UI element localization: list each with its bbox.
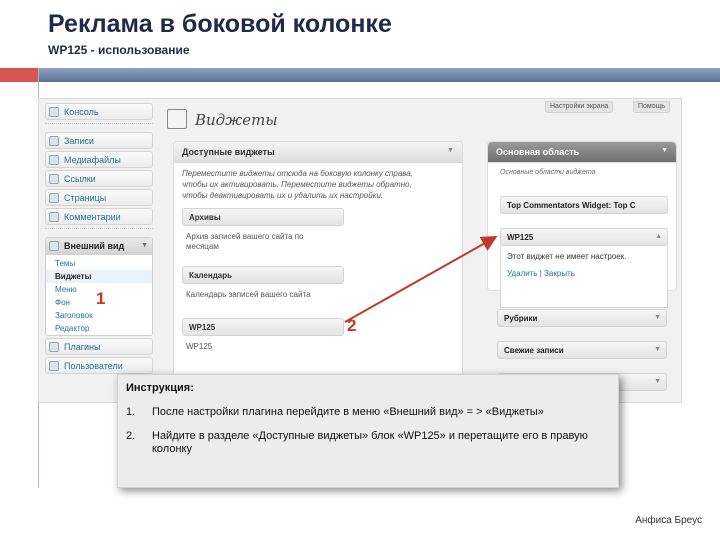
wordpress-widgets-screenshot: Консоль Записи Медиафайлы Ссылки Страниц… <box>38 98 682 403</box>
admin-sidebar: Консоль Записи Медиафайлы Ссылки Страниц… <box>45 103 153 376</box>
no-settings-text: Этот виджет не имеет настроек. <box>507 252 627 261</box>
chevron-down-icon[interactable]: ▼ <box>447 147 454 154</box>
submenu-editor[interactable]: Редактор <box>46 322 152 335</box>
widget-archives[interactable]: Архивы <box>182 208 344 226</box>
sidebar-group-appearance: Внешний вид ▼ Темы Виджеты Меню Фон Загол… <box>45 237 153 336</box>
instruction-box: Инструкция: 1. После настройки плагина п… <box>117 374 619 488</box>
link-separator: | <box>539 269 542 278</box>
help-button[interactable]: Помощь <box>633 101 671 113</box>
sidebar-separator <box>45 123 153 127</box>
sidebar-item-posts[interactable]: Записи <box>45 132 153 149</box>
widget-calendar[interactable]: Календарь <box>182 266 344 284</box>
page-title: Виджеты <box>195 111 278 129</box>
title-divider-bar <box>38 68 720 82</box>
main-sidebar-panel: Основная область ▼ Основные области видже… <box>487 141 677 308</box>
sidebar-item-label: Комментарии <box>64 212 121 222</box>
marker-two: 2 <box>347 316 357 335</box>
sidebar-item-label: Записи <box>64 136 94 146</box>
sidebar-item-media[interactable]: Медиафайлы <box>45 151 153 168</box>
widget-title: Свежие записи <box>504 346 564 355</box>
sidebar-item-pages[interactable]: Страницы <box>45 189 153 206</box>
widget-recent-posts[interactable]: Свежие записи ▼ <box>497 341 667 359</box>
widgets-page-icon <box>167 109 187 129</box>
available-widgets-description: Переместите виджеты отсюда на боковую ко… <box>182 169 413 200</box>
posts-icon <box>49 136 59 146</box>
step-text: После настройки плагина перейдите в меню… <box>152 406 544 418</box>
available-widgets-header[interactable]: Доступные виджеты ▼ <box>174 142 462 163</box>
widget-categories[interactable]: Рубрики ▼ <box>497 309 667 327</box>
chevron-down-icon[interactable]: ▼ <box>654 378 661 385</box>
sidebar-item-comments[interactable]: Комментарии <box>45 208 153 225</box>
instruction-step: 2. Найдите в разделе «Доступные виджеты»… <box>126 430 610 456</box>
available-widgets-panel: Доступные виджеты ▼ Переместите виджеты о… <box>173 141 463 401</box>
sidebar-item-label: Ссылки <box>64 174 96 184</box>
sidebar-item-label: Медиафайлы <box>64 155 121 165</box>
chevron-up-icon[interactable]: ▲ <box>655 233 662 240</box>
sidebar-item-users[interactable]: Пользователи <box>45 357 153 374</box>
slide-subtitle: WP125 - использование <box>48 43 190 57</box>
main-area-description: Основные области виджета <box>500 169 596 176</box>
sidebar-item-label: Страницы <box>64 193 107 203</box>
sidebar-item-label: Внешний вид <box>64 241 125 251</box>
widget-top-commentators[interactable]: Top Commentators Widget: Top C <box>500 196 668 214</box>
chevron-down-icon[interactable]: ▼ <box>141 242 148 249</box>
step-number: 1. <box>126 406 136 418</box>
panel-title: Основная область <box>496 147 580 157</box>
chevron-down-icon[interactable]: ▼ <box>654 314 661 321</box>
media-icon <box>49 155 59 165</box>
widget-title: WP125 <box>507 233 534 242</box>
sidebar-item-label: Плагины <box>64 342 101 352</box>
submenu-widgets[interactable]: Виджеты <box>46 270 152 283</box>
main-area-header[interactable]: Основная область ▼ <box>488 142 676 163</box>
submenu-header[interactable]: Заголовок <box>46 309 152 322</box>
author-name: Анфиса Бреус <box>635 515 702 526</box>
step-number: 2. <box>126 430 136 442</box>
chevron-down-icon[interactable]: ▼ <box>661 147 668 154</box>
chevron-down-icon[interactable]: ▼ <box>654 346 661 353</box>
marker-one: 1 <box>96 289 106 308</box>
close-link[interactable]: Закрыть <box>544 269 575 278</box>
instruction-step: 1. После настройки плагина перейдите в м… <box>126 406 610 419</box>
users-icon <box>49 361 59 371</box>
widget-wp125-desc: WP125 <box>186 342 213 351</box>
widget-archives-desc: Архив записей вашего сайта по месяцам <box>186 232 304 251</box>
screen-options-button[interactable]: Настройки экрана <box>545 101 614 113</box>
widget-actions: Удалить | Закрыть <box>501 267 667 280</box>
step-text: Найдите в разделе «Доступные виджеты» бл… <box>152 430 588 455</box>
sidebar-item-appearance[interactable]: Внешний вид ▼ <box>46 238 152 255</box>
appearance-icon <box>49 241 59 251</box>
sidebar-item-plugins[interactable]: Плагины <box>45 338 153 355</box>
pages-icon <box>49 193 59 203</box>
sidebar-separator <box>45 228 153 232</box>
dashboard-icon <box>49 107 59 117</box>
widget-calendar-desc: Календарь записей вашего сайта <box>186 290 311 299</box>
title-accent-bar <box>0 68 38 82</box>
links-icon <box>49 174 59 184</box>
panel-title: Доступные виджеты <box>182 147 275 157</box>
sidebar-item-label: Консоль <box>64 107 99 117</box>
slide-title: Реклама в боковой колонке <box>48 10 392 38</box>
comments-icon <box>49 212 59 222</box>
plugins-icon <box>49 342 59 352</box>
delete-link[interactable]: Удалить <box>507 269 538 278</box>
sidebar-item-dashboard[interactable]: Консоль <box>45 103 153 120</box>
widget-wp125-active[interactable]: WP125 ▲ <box>500 228 668 246</box>
instruction-title: Инструкция: <box>126 382 194 394</box>
widget-wp125[interactable]: WP125 <box>182 318 344 336</box>
submenu-themes[interactable]: Темы <box>46 257 152 270</box>
sidebar-item-links[interactable]: Ссылки <box>45 170 153 187</box>
widget-title: Top Commentators Widget: Top C <box>507 201 636 210</box>
sidebar-item-label: Пользователи <box>64 361 123 371</box>
widget-title: Рубрики <box>504 314 538 323</box>
wp125-widget-body: Этот виджет не имеет настроек. Удалить |… <box>500 246 668 308</box>
